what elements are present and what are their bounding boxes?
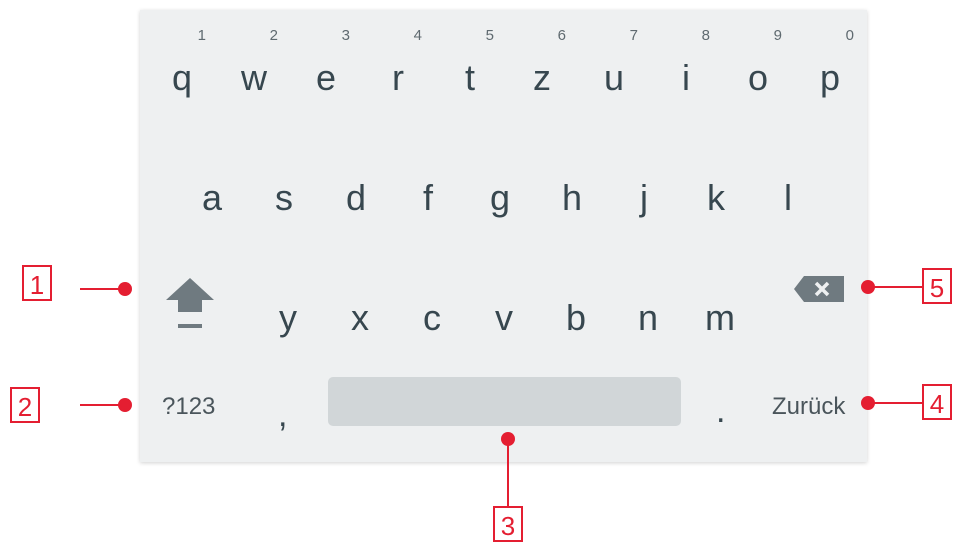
period-key[interactable]: . (716, 392, 725, 431)
key-t[interactable]: t5 (440, 22, 500, 102)
callout-5: 5 (922, 268, 952, 304)
key-label: q (171, 57, 193, 98)
key-number-hint: 0 (845, 27, 854, 44)
backspace-icon (794, 276, 844, 302)
key-label: k (707, 177, 725, 218)
callout-1: 1 (22, 265, 52, 301)
callout-1-dot (118, 282, 132, 296)
key-l[interactable]: l (758, 142, 818, 222)
key-h[interactable]: h (542, 142, 602, 222)
key-number-hint: 8 (701, 27, 710, 44)
key-number-hint: 7 (629, 27, 638, 44)
key-label: o (747, 57, 769, 98)
key-number-hint: 4 (413, 27, 422, 44)
key-label: c (423, 297, 441, 338)
key-r[interactable]: r4 (368, 22, 428, 102)
key-label: p (819, 57, 841, 98)
key-label: u (603, 57, 625, 98)
key-z[interactable]: z6 (512, 22, 572, 102)
key-label: g (489, 177, 511, 218)
key-number-hint: 6 (557, 27, 566, 44)
key-label: a (201, 177, 223, 218)
callout-4: 4 (922, 384, 952, 420)
callout-3: 3 (493, 506, 523, 542)
key-label: m (705, 297, 735, 338)
key-number-hint: 2 (269, 27, 278, 44)
key-m[interactable]: m (690, 262, 750, 342)
key-label: i (682, 57, 690, 98)
callout-2-dot (118, 398, 132, 412)
key-label: v (495, 297, 513, 338)
callout-2: 2 (10, 387, 40, 423)
key-d[interactable]: d (326, 142, 386, 222)
key-label: r (392, 57, 404, 98)
enter-key[interactable]: Zurück (772, 393, 845, 421)
backspace-key[interactable] (792, 274, 848, 304)
callout-4-line (870, 402, 922, 404)
key-number-hint: 5 (485, 27, 494, 44)
key-label: z (533, 57, 551, 98)
key-c[interactable]: c (402, 262, 462, 342)
key-a[interactable]: a (182, 142, 242, 222)
key-label: w (241, 57, 267, 98)
key-label: f (422, 177, 433, 218)
key-p[interactable]: p0 (800, 22, 860, 102)
key-i[interactable]: i8 (656, 22, 716, 102)
key-x[interactable]: x (330, 262, 390, 342)
comma-key[interactable]: , (278, 396, 287, 435)
callout-5-line (870, 286, 922, 288)
key-v[interactable]: v (474, 262, 534, 342)
key-label: j (640, 177, 648, 218)
key-j[interactable]: j (614, 142, 674, 222)
key-label: d (345, 177, 367, 218)
key-label: l (784, 177, 792, 218)
key-y[interactable]: y (258, 262, 318, 342)
key-k[interactable]: k (686, 142, 746, 222)
on-screen-keyboard: q1w2e3r4t5z6u7i8o9p0 asdfghjkl yxcvbnm ?… (140, 10, 867, 462)
key-f[interactable]: f (398, 142, 458, 222)
key-u[interactable]: u7 (584, 22, 644, 102)
key-label: t (464, 57, 475, 98)
key-label: n (637, 297, 659, 338)
key-label: b (565, 297, 587, 338)
key-q[interactable]: q1 (152, 22, 212, 102)
key-w[interactable]: w2 (224, 22, 284, 102)
shift-arrow-icon (166, 278, 214, 328)
key-number-hint: 1 (197, 27, 206, 44)
key-label: e (315, 57, 337, 98)
symbols-key[interactable]: ?123 (162, 393, 215, 421)
key-b[interactable]: b (546, 262, 606, 342)
key-s[interactable]: s (254, 142, 314, 222)
key-label: s (275, 177, 293, 218)
key-e[interactable]: e3 (296, 22, 356, 102)
key-o[interactable]: o9 (728, 22, 788, 102)
key-number-hint: 3 (341, 27, 350, 44)
key-label: h (561, 177, 583, 218)
key-n[interactable]: n (618, 262, 678, 342)
key-label: y (279, 297, 297, 338)
space-bar[interactable] (328, 377, 681, 426)
shift-key[interactable] (162, 272, 218, 342)
callout-3-line (507, 440, 509, 506)
key-number-hint: 9 (773, 27, 782, 44)
key-label: x (351, 297, 369, 338)
key-g[interactable]: g (470, 142, 530, 222)
